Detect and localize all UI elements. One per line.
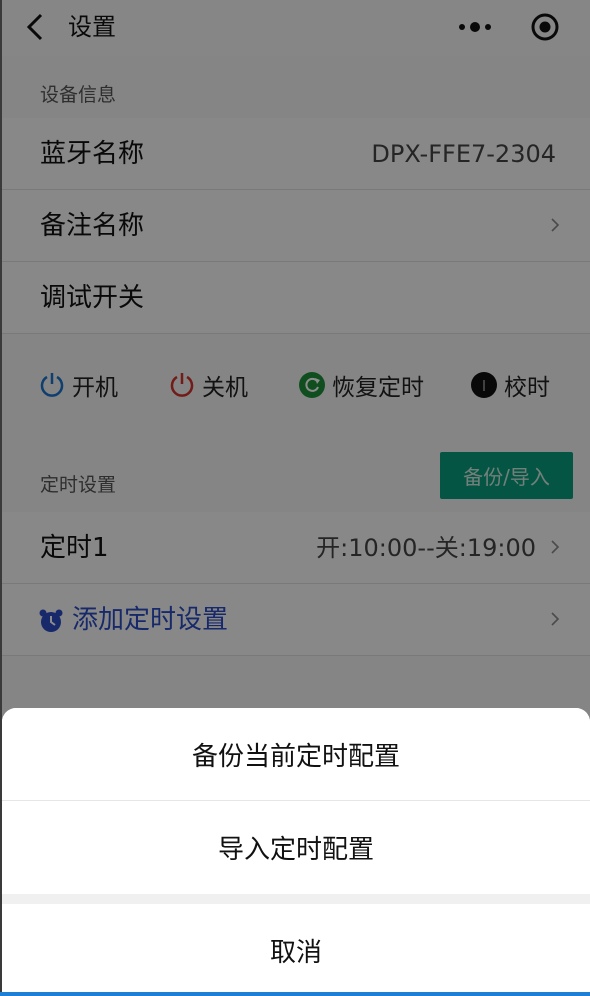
system-bar [0, 992, 590, 996]
import-config-option[interactable]: 导入定时配置 [2, 801, 590, 894]
screen-edge [0, 0, 2, 996]
sheet-divider [2, 894, 590, 904]
action-sheet: 备份当前定时配置 导入定时配置 取消 [2, 708, 590, 996]
backup-config-option[interactable]: 备份当前定时配置 [2, 708, 590, 801]
cancel-option[interactable]: 取消 [2, 904, 590, 996]
